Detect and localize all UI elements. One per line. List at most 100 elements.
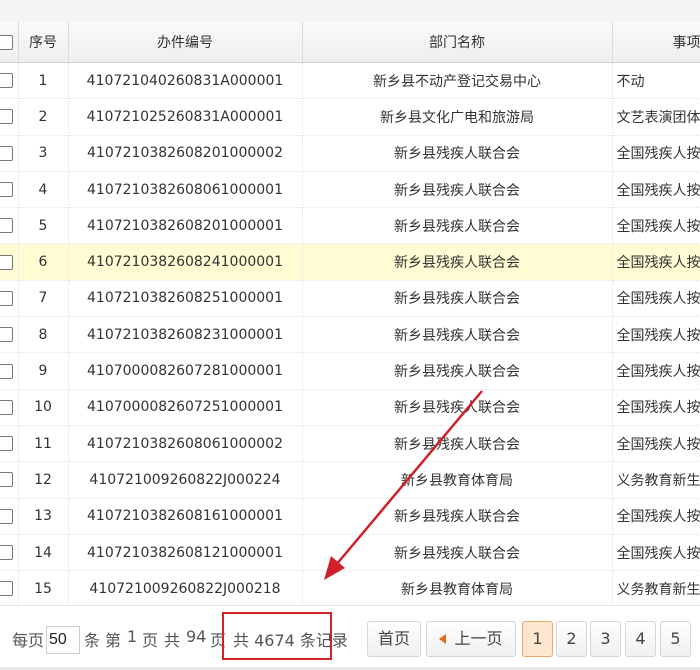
row-index: 14 [18, 534, 69, 572]
table-row[interactable]: 11 4107210382608061000002 新乡县残疾人联合会 全国残疾人按 [0, 425, 700, 463]
column-header-index[interactable]: 序号 [18, 22, 69, 63]
prev-page-label: 上一页 [454, 629, 503, 648]
row-item: 全国残疾人按 [612, 171, 700, 209]
table-row[interactable]: 15 410721009260822J000218 新乡县教育体育局 义务教育新生 [0, 570, 700, 605]
row-checkbox[interactable] [0, 399, 14, 415]
row-case-number: 4107000082607281000001 [68, 352, 303, 390]
row-case-number: 410721040260831A000001 [68, 62, 303, 100]
row-case-number: 4107210382608061000002 [68, 425, 303, 463]
page-number-button[interactable]: 2 [556, 621, 587, 657]
row-select-cell [0, 243, 19, 281]
row-case-number: 4107210382608251000001 [68, 280, 303, 318]
table-row[interactable]: 13 4107210382608161000001 新乡县残疾人联合会 全国残疾人按 [0, 498, 700, 535]
column-header-department[interactable]: 部门名称 [302, 22, 613, 63]
row-index: 9 [18, 352, 69, 390]
pagination-bar: 每页 条 第 1 页 共 94 页 共 4674 条记录 首页 上一页 1234… [0, 605, 700, 668]
page-unit-label: 页 [142, 631, 159, 650]
row-checkbox[interactable] [0, 182, 14, 198]
row-index: 6 [18, 243, 69, 281]
table-row[interactable]: 3 4107210382608201000002 新乡县残疾人联合会 全国残疾人按 [0, 135, 700, 172]
table-row[interactable]: 6 4107210382608241000001 新乡县残疾人联合会 全国残疾人按 [0, 243, 700, 281]
top-toolbar-strip [0, 0, 700, 23]
table-row[interactable]: 8 4107210382608231000001 新乡县残疾人联合会 全国残疾人按 [0, 316, 700, 354]
row-select-cell [0, 389, 19, 426]
row-index: 10 [18, 389, 69, 426]
table-row[interactable]: 5 4107210382608201000001 新乡县残疾人联合会 全国残疾人按 [0, 207, 700, 245]
row-checkbox[interactable] [0, 363, 14, 379]
row-item: 全国残疾人按 [612, 243, 700, 281]
total-pages-prefix: 共 [164, 631, 181, 650]
row-select-cell [0, 461, 19, 499]
column-header-case-number[interactable]: 办件编号 [68, 22, 303, 63]
row-item: 全国残疾人按 [612, 280, 700, 318]
row-item: 文艺表演团体 [612, 98, 700, 136]
row-item: 全国残疾人按 [612, 316, 700, 354]
row-item: 义务教育新生 [612, 461, 700, 499]
page-number-button[interactable]: 1 [522, 621, 553, 657]
row-checkbox[interactable] [0, 436, 14, 452]
row-case-number: 4107210382608201000001 [68, 207, 303, 245]
page-number-button[interactable]: 3 [590, 621, 621, 657]
row-select-cell [0, 135, 19, 172]
row-checkbox[interactable] [0, 545, 14, 560]
records-table: 序号 办件编号 部门名称 事项 1 410721040260831A000001 新… [0, 22, 700, 605]
table-row[interactable]: 12 410721009260822J000224 新乡县教育体育局 义务教育新生 [0, 461, 700, 499]
row-index: 15 [18, 570, 69, 605]
row-checkbox[interactable] [0, 290, 14, 306]
row-item: 全国残疾人按 [612, 135, 700, 172]
table-row[interactable]: 4 4107210382608061000001 新乡县残疾人联合会 全国残疾人按 [0, 171, 700, 209]
row-department: 新乡县教育体育局 [302, 570, 613, 605]
row-select-cell [0, 570, 19, 605]
table-row[interactable]: 10 4107000082607251000001 新乡县残疾人联合会 全国残疾人按 [0, 389, 700, 426]
row-department: 新乡县残疾人联合会 [302, 135, 613, 172]
page-size-input[interactable] [46, 626, 80, 654]
row-checkbox[interactable] [0, 254, 14, 270]
row-item: 不动 [612, 62, 700, 100]
row-checkbox[interactable] [0, 508, 14, 524]
prev-page-button[interactable]: 上一页 [426, 621, 516, 657]
row-checkbox[interactable] [0, 472, 14, 488]
row-checkbox[interactable] [0, 145, 14, 161]
row-case-number: 4107210382608121000001 [68, 534, 303, 572]
row-case-number: 410721009260822J000218 [68, 570, 303, 605]
row-department: 新乡县残疾人联合会 [302, 171, 613, 209]
prev-arrow-icon [439, 633, 447, 644]
page-number-button[interactable]: 4 [625, 621, 656, 657]
current-page-number: 1 [127, 627, 138, 646]
row-checkbox[interactable] [0, 109, 14, 125]
select-all-header [0, 22, 19, 63]
row-case-number: 4107210382608161000001 [68, 498, 303, 535]
row-checkbox[interactable] [0, 218, 14, 234]
table-row[interactable]: 2 410721025260831A000001 新乡县文化广电和旅游局 文艺表演团体 [0, 98, 700, 136]
row-select-cell [0, 534, 19, 572]
row-checkbox[interactable] [0, 327, 14, 343]
first-page-button[interactable]: 首页 [367, 621, 421, 657]
row-checkbox[interactable] [0, 581, 14, 597]
row-index: 12 [18, 461, 69, 499]
row-index: 8 [18, 316, 69, 354]
row-item: 全国残疾人按 [612, 534, 700, 572]
row-case-number: 4107210382608241000001 [68, 243, 303, 281]
annotation-highlight-box [222, 612, 332, 660]
row-checkbox[interactable] [0, 73, 14, 89]
table-row[interactable]: 7 4107210382608251000001 新乡县残疾人联合会 全国残疾人按 [0, 280, 700, 318]
row-item: 义务教育新生 [612, 570, 700, 605]
row-select-cell [0, 316, 19, 354]
row-department: 新乡县残疾人联合会 [302, 425, 613, 463]
row-department: 新乡县教育体育局 [302, 461, 613, 499]
select-all-checkbox[interactable] [0, 34, 14, 50]
table-row[interactable]: 1 410721040260831A000001 新乡县不动产登记交易中心 不动 [0, 62, 700, 100]
table-row[interactable]: 9 4107000082607281000001 新乡县残疾人联合会 全国残疾人按 [0, 352, 700, 390]
row-select-cell [0, 171, 19, 209]
row-select-cell [0, 207, 19, 245]
table-row[interactable]: 14 4107210382608121000001 新乡县残疾人联合会 全国残疾人按 [0, 534, 700, 572]
row-case-number: 410721009260822J000224 [68, 461, 303, 499]
row-select-cell [0, 98, 19, 136]
row-item: 全国残疾人按 [612, 498, 700, 535]
row-index: 5 [18, 207, 69, 245]
row-case-number: 4107210382608231000001 [68, 316, 303, 354]
column-header-item[interactable]: 事项 [612, 22, 700, 63]
row-department: 新乡县残疾人联合会 [302, 389, 613, 426]
row-department: 新乡县残疾人联合会 [302, 243, 613, 281]
page-number-button[interactable]: 5 [660, 621, 691, 657]
